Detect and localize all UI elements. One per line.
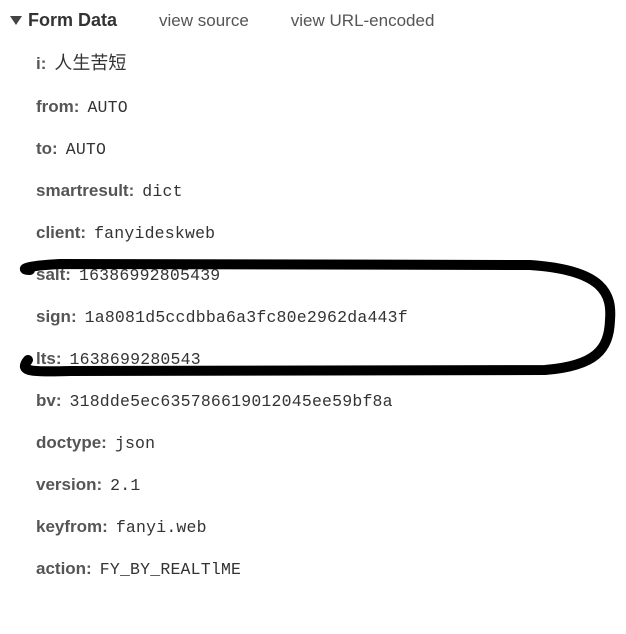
field-row: sign: 1a8081d5ccdbba6a3fc80e2962da443f [36, 307, 616, 327]
field-value: 318dde5ec635786619012045ee59bf8a [70, 392, 393, 411]
field-row: client: fanyideskweb [36, 223, 616, 243]
field-value: 人生苦短 [54, 49, 126, 75]
field-row: to: AUTO [36, 139, 616, 159]
field-value: FY_BY_REALTlME [100, 560, 241, 579]
field-value: AUTO [66, 140, 106, 159]
field-value: 2.1 [110, 476, 140, 495]
field-key: smartresult: [36, 181, 134, 201]
field-key: i: [36, 54, 46, 74]
field-key: to: [36, 139, 58, 159]
field-value: fanyideskweb [94, 224, 215, 243]
field-row: from: AUTO [36, 97, 616, 117]
view-source-link[interactable]: view source [159, 11, 249, 31]
field-key: salt: [36, 265, 71, 285]
field-value: 16386992805439 [79, 266, 220, 285]
field-row: bv: 318dde5ec635786619012045ee59bf8a [36, 391, 616, 411]
field-key: action: [36, 559, 92, 579]
field-key: doctype: [36, 433, 107, 453]
expand-collapse-icon [10, 16, 22, 25]
form-data-header: Form Data view source view URL-encoded [6, 10, 616, 31]
field-value: AUTO [87, 98, 127, 117]
field-value: 1a8081d5ccdbba6a3fc80e2962da443f [85, 308, 408, 327]
field-value: 1638699280543 [70, 350, 201, 369]
field-row: version: 2.1 [36, 475, 616, 495]
section-toggle[interactable]: Form Data [10, 10, 117, 31]
field-value: dict [142, 182, 182, 201]
form-data-fields: i: 人生苦短 from: AUTO to: AUTO smartresult: dict cl… [6, 49, 616, 579]
field-key: keyfrom: [36, 517, 108, 537]
field-row: i: 人生苦短 [36, 49, 616, 75]
section-title: Form Data [28, 10, 117, 31]
field-key: lts: [36, 349, 62, 369]
field-value: json [115, 434, 155, 453]
field-key: client: [36, 223, 86, 243]
field-key: bv: [36, 391, 62, 411]
field-key: version: [36, 475, 102, 495]
field-row: doctype: json [36, 433, 616, 453]
field-key: from: [36, 97, 79, 117]
field-row: keyfrom: fanyi.web [36, 517, 616, 537]
field-row: action: FY_BY_REALTlME [36, 559, 616, 579]
view-url-encoded-link[interactable]: view URL-encoded [291, 11, 435, 31]
field-value: fanyi.web [116, 518, 207, 537]
field-row: smartresult: dict [36, 181, 616, 201]
field-row: lts: 1638699280543 [36, 349, 616, 369]
field-row: salt: 16386992805439 [36, 265, 616, 285]
field-key: sign: [36, 307, 77, 327]
